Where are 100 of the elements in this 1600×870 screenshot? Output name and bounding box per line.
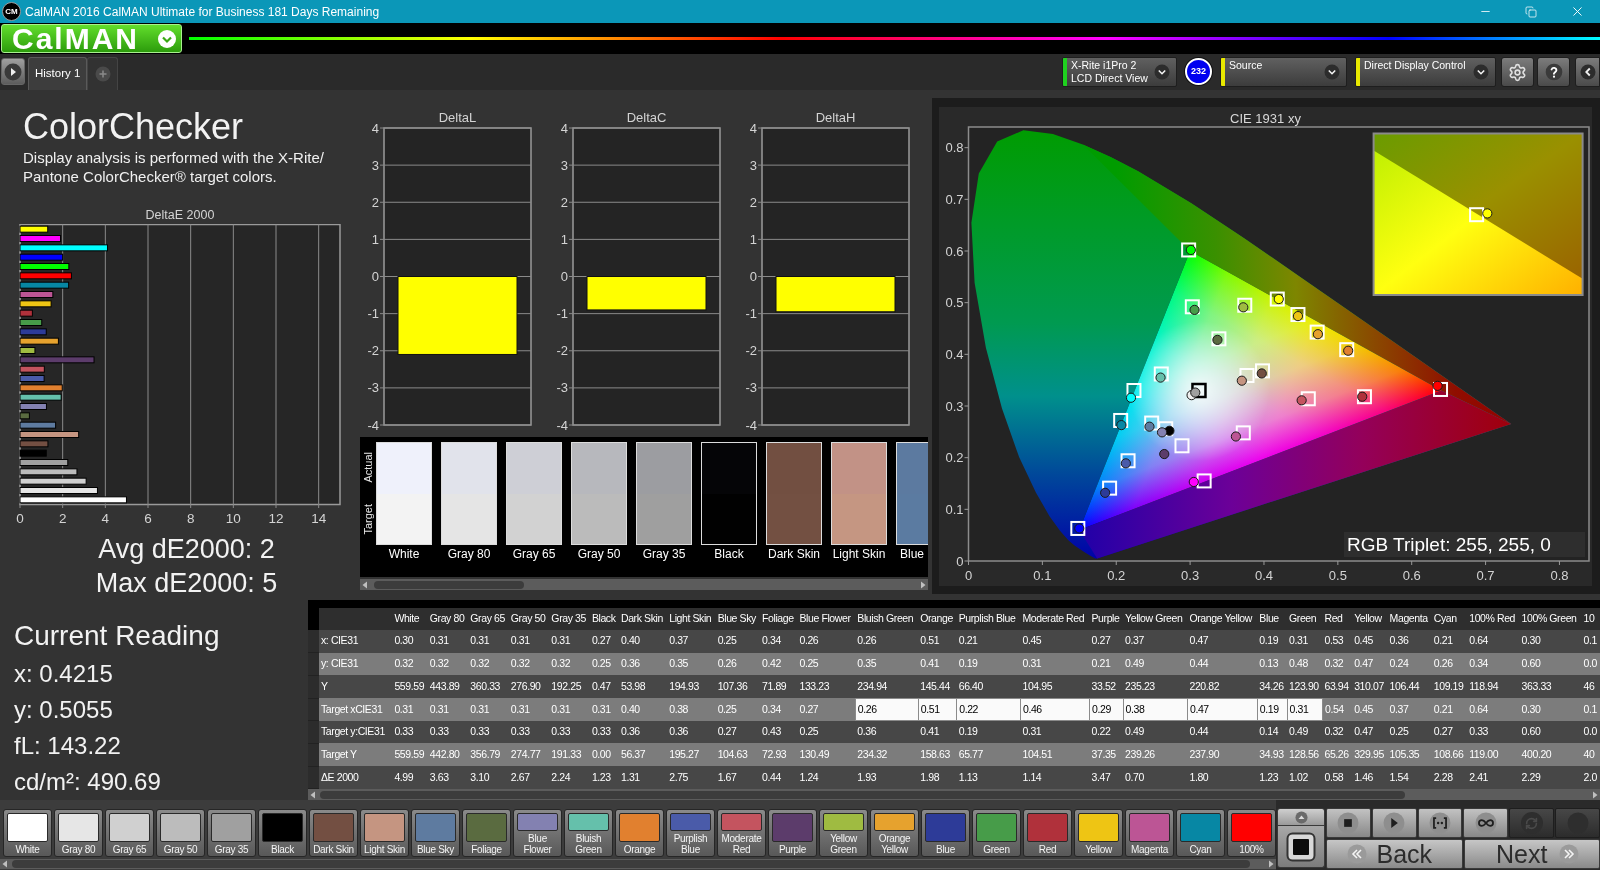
table-cell: 0.26 xyxy=(855,630,919,653)
table-cell: 0.00 xyxy=(589,743,619,767)
axis-tick-label: 12 xyxy=(268,511,284,526)
table-cell: 0.21 xyxy=(956,630,1021,653)
table-cell: 0.35 xyxy=(667,652,716,676)
table-cell: 0.43 xyxy=(760,720,798,744)
row-label: Actual xyxy=(362,452,374,484)
table-cell: 442.80 xyxy=(427,743,469,767)
table-cell: 2.75 xyxy=(667,766,716,789)
axis-tick-label: 0.3 xyxy=(945,398,964,414)
axis-tick-label: 0 xyxy=(16,511,24,526)
table-cell: 3.47 xyxy=(1089,766,1124,789)
table-cell: 1.93 xyxy=(855,766,919,789)
row-header: Target xCIE31 xyxy=(319,698,393,721)
table-cell: 0.25 xyxy=(715,630,761,653)
axis-tick-label: -4 xyxy=(367,417,379,432)
table-cell: 1.67 xyxy=(715,766,761,789)
table-cell: 105.35 xyxy=(1387,743,1432,767)
axis-tick-label: 4 xyxy=(749,120,757,136)
reading-value: y: 0.5055 xyxy=(14,695,113,725)
row-label: Target xyxy=(362,503,374,535)
table-cell: 234.32 xyxy=(855,743,919,767)
axis-tick-label: 4 xyxy=(101,511,110,526)
count-badge: 232 xyxy=(1185,58,1212,85)
table-cell: 33.52 xyxy=(1089,675,1124,699)
axis-tick-label: 0 xyxy=(560,269,568,284)
row-header: Y xyxy=(319,675,393,699)
table-cell: 0.49 xyxy=(1123,652,1188,676)
axis-tick-label: 0.6 xyxy=(1402,568,1421,583)
axis-tick-label: 0.4 xyxy=(1254,568,1273,583)
axis-tick-label: 14 xyxy=(311,511,327,526)
table-cell: 0.30 xyxy=(1519,630,1582,653)
table-cell: 72.93 xyxy=(760,743,798,767)
table-cell: 3.10 xyxy=(468,766,509,789)
table-cell: 2.41 xyxy=(1467,766,1520,789)
table-cell: 66.40 xyxy=(956,675,1021,699)
table-cell: 237.90 xyxy=(1187,743,1258,767)
table-cell: 104.95 xyxy=(1020,675,1090,699)
axis-tick-label: 0 xyxy=(371,269,379,284)
table-cell: 0.14 xyxy=(1257,720,1288,744)
chart-title: DeltaL xyxy=(438,109,477,125)
table-cell: 106.44 xyxy=(1387,675,1432,699)
table-cell: 559.59 xyxy=(392,743,428,767)
axis-tick-label: 1 xyxy=(560,231,568,247)
axis-tick-label: -4 xyxy=(556,417,568,432)
table-cell: 0.31 xyxy=(1020,652,1090,676)
axis-tick-label: 3 xyxy=(371,157,379,173)
table-cell: 0.33 xyxy=(549,720,590,744)
axis-tick-label: -1 xyxy=(556,306,568,322)
table-cell: 0.47 xyxy=(589,675,619,699)
table-cell: 1.46 xyxy=(1352,766,1388,789)
table-cell: 0.32 xyxy=(1322,652,1353,676)
axis-tick-label: 0.8 xyxy=(945,140,964,156)
table-cell: 0.51 xyxy=(918,630,957,653)
table-cell: 0.31 xyxy=(508,630,550,653)
axis-tick-label: 0 xyxy=(749,269,757,284)
page-description: Display analysis is performed with the X-Rite/ Pantone ColorChecker® target colors. xyxy=(23,148,324,186)
axis-tick-label: 1 xyxy=(749,231,757,247)
table-cell: 0.49 xyxy=(1287,720,1323,744)
table-cell: 71.89 xyxy=(760,675,798,699)
table-cell: 0.49 xyxy=(1123,720,1188,744)
row-header: ΔE 2000 xyxy=(319,766,393,789)
axis-tick-label: 8 xyxy=(186,511,195,526)
chart-title: DeltaH xyxy=(815,109,856,125)
axis-tick-label: 0.1 xyxy=(1033,568,1052,583)
table-cell: 1.23 xyxy=(589,766,619,789)
table-cell: 0.40 xyxy=(618,630,668,653)
swatch-label: Blue xyxy=(900,547,924,562)
table-cell: 0.44 xyxy=(1187,652,1258,676)
table-cell: 108.66 xyxy=(1431,743,1468,767)
table-cell: 0.13 xyxy=(1257,652,1288,676)
table-cell: 0.37 xyxy=(667,630,716,653)
table-cell: 2.24 xyxy=(549,766,590,789)
table-cell: 34.26 xyxy=(1257,675,1288,699)
axis-tick-label: 4 xyxy=(560,120,568,136)
table-cell: 133.23 xyxy=(797,675,856,699)
table-cell: 63.94 xyxy=(1322,675,1353,699)
rgb-triplet-readout: RGB Triplet: 255, 255, 0 xyxy=(1344,532,1585,557)
table-cell: 0.47 xyxy=(1352,720,1388,744)
table-cell: 0.48 xyxy=(1287,652,1323,676)
table-cell: 65.26 xyxy=(1322,743,1353,767)
table-cell: 0.53 xyxy=(1322,630,1353,653)
axis-tick-label: 0.8 xyxy=(1550,568,1569,583)
table-cell: 235.23 xyxy=(1123,675,1188,699)
axis-tick-label: 0.1 xyxy=(945,501,964,517)
table-cell: 0.44 xyxy=(1187,720,1258,744)
table-cell: 0.36 xyxy=(1387,630,1432,653)
table-cell: 37.35 xyxy=(1089,743,1124,767)
table-cell: 1.31 xyxy=(618,766,668,789)
axis-tick-label: -1 xyxy=(745,306,757,322)
table-cell: 0.41 xyxy=(918,720,957,744)
table-cell: 0.44 xyxy=(760,766,798,789)
window-title: CalMAN 2016 CalMAN Ultimate for Business 181 Days Remaining xyxy=(25,4,380,19)
table-cell: 192.25 xyxy=(549,675,590,699)
table-cell: 0.45 xyxy=(1352,630,1388,653)
table-cell: 443.89 xyxy=(427,675,469,699)
table-cell: 2.67 xyxy=(508,766,550,789)
row-header: x: CIE31 xyxy=(319,630,393,653)
table-cell: 1.13 xyxy=(956,766,1021,789)
table-cell: 0.32 xyxy=(1322,720,1353,744)
